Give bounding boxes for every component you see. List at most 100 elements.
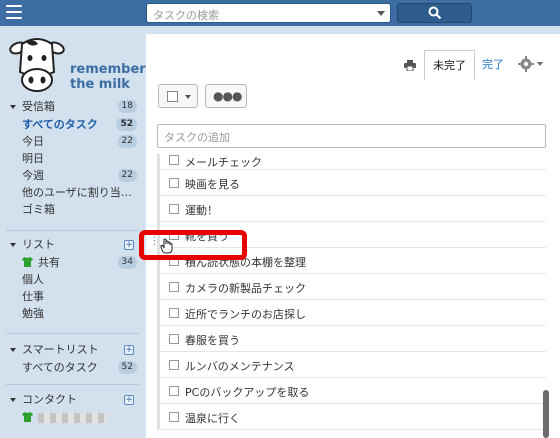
sidebar-item-study[interactable]: 勉強 <box>0 305 145 322</box>
sidebar-item-this-week[interactable]: 今週 22 <box>0 167 145 184</box>
divider <box>6 333 139 334</box>
count-badge: 52 <box>117 361 137 374</box>
task-label: カメラの新製品チェック <box>185 282 306 295</box>
sidebar-item-label: ゴミ箱 <box>22 203 55 216</box>
task-checkbox[interactable] <box>169 412 179 422</box>
sidebar-item-today[interactable]: 今日 22 <box>0 133 145 150</box>
task-row[interactable]: 春服を買う <box>157 326 546 352</box>
smartlists-title: スマートリスト <box>22 343 99 356</box>
task-checkbox[interactable] <box>169 308 179 318</box>
lists-header[interactable]: リスト + <box>0 236 145 254</box>
sidebar-item-shared[interactable]: 共有 34 <box>0 254 145 271</box>
top-bar: タスクの検索 <box>0 0 560 26</box>
task-list: メールチェック 映画を見る 運動！ 靴を買う 積ん読状態の本棚を整理 カメラの新… <box>157 154 546 430</box>
logo-line1: remember <box>70 62 146 77</box>
count-badge: 52 <box>116 118 137 131</box>
sidebar-item-work[interactable]: 仕事 <box>0 288 145 305</box>
add-task-placeholder: タスクの追加 <box>164 131 230 144</box>
sidebar: remember the milk 受信箱 18 すべてのタスク 52 今日 2… <box>0 26 146 438</box>
logo-line2: the milk <box>70 77 130 92</box>
task-label: 温泉に行く <box>185 412 240 425</box>
search-button[interactable] <box>397 3 472 23</box>
contact-shirt-icon <box>22 412 33 422</box>
contacts-header[interactable]: コンタクト + <box>0 391 145 409</box>
add-task-input[interactable]: タスクの追加 <box>157 124 546 148</box>
sidebar-item-label: 共有 <box>38 256 60 269</box>
task-checkbox[interactable] <box>169 386 179 396</box>
task-label: 映画を見る <box>185 178 240 191</box>
lists-title: リスト <box>22 238 55 251</box>
sidebar-item-label: すべてのタスク <box>22 361 98 374</box>
sidebar-item-label: すべてのタスク <box>22 118 98 131</box>
task-label: 運動！ <box>185 204 218 217</box>
gear-icon[interactable] <box>518 56 546 72</box>
scrollbar[interactable] <box>543 390 549 438</box>
smartlists-header[interactable]: スマートリスト + <box>0 341 145 359</box>
task-row[interactable]: 運動！ <box>157 196 546 222</box>
count-badge: 22 <box>117 135 137 148</box>
sidebar-item-label: 勉強 <box>22 307 44 320</box>
add-contact-icon[interactable]: + <box>124 395 134 405</box>
add-list-icon[interactable]: + <box>124 240 134 250</box>
sidebar-item-smart-all-tasks[interactable]: すべてのタスク 52 <box>0 359 145 376</box>
divider <box>6 384 139 385</box>
hand-cursor-icon <box>160 238 173 254</box>
chevron-down-icon <box>185 95 191 99</box>
count-badge: 34 <box>117 256 137 269</box>
chevron-down-icon[interactable] <box>377 11 385 16</box>
task-label: PCのバックアップを取る <box>185 386 310 399</box>
task-row[interactable]: 近所でランチのお店探し <box>157 300 546 326</box>
sidebar-item-trash[interactable]: ゴミ箱 <box>0 201 145 218</box>
sidebar-item-label: 個人 <box>22 273 44 286</box>
print-icon[interactable] <box>404 60 416 71</box>
task-row[interactable]: PCのバックアップを取る <box>157 378 546 404</box>
task-checkbox[interactable] <box>169 334 179 344</box>
tab-incomplete[interactable]: 未完了 <box>424 50 475 80</box>
sidebar-item-personal[interactable]: 個人 <box>0 271 145 288</box>
inbox-count-badge: 18 <box>117 100 137 113</box>
menu-icon[interactable] <box>6 5 22 19</box>
smartlists-section: スマートリスト + すべてのタスク 52 <box>0 341 145 376</box>
sidebar-item-label: 明日 <box>22 152 44 165</box>
contacts-title: コンタクト <box>22 393 77 406</box>
task-row[interactable]: メールチェック <box>157 154 546 170</box>
task-checkbox[interactable] <box>169 360 179 370</box>
app-logo[interactable]: remember the milk <box>6 34 146 96</box>
task-label: 春服を買う <box>185 334 240 347</box>
sidebar-item-contact[interactable] <box>0 409 145 426</box>
task-row[interactable]: カメラの新製品チェック <box>157 274 546 300</box>
task-checkbox[interactable] <box>169 155 179 165</box>
cow-logo-icon <box>9 38 65 92</box>
lists-section: リスト + 共有 34 個人 仕事 勉強 <box>0 236 145 322</box>
chevron-down-icon <box>234 95 240 99</box>
sidebar-item-tomorrow[interactable]: 明日 <box>0 150 145 167</box>
drag-handle-icon[interactable]: ⋮ <box>149 235 160 246</box>
task-checkbox[interactable] <box>169 204 179 214</box>
inbox-section: 受信箱 18 すべてのタスク 52 今日 22 明日 今週 22 他のユーザに割… <box>0 98 145 218</box>
task-row[interactable]: 温泉に行く <box>157 404 546 430</box>
sidebar-item-label: 今週 <box>22 169 44 182</box>
search-placeholder: タスクの検索 <box>153 9 219 22</box>
search-input[interactable]: タスクの検索 <box>146 3 391 23</box>
add-smartlist-icon[interactable]: + <box>124 345 134 355</box>
divider <box>6 230 139 231</box>
task-row[interactable]: ルンバのメンテナンス <box>157 352 546 378</box>
search-icon <box>428 6 442 20</box>
inbox-header[interactable]: 受信箱 18 <box>0 98 145 116</box>
task-label: ルンバのメンテナンス <box>185 360 295 373</box>
shared-shirt-icon <box>22 257 33 267</box>
task-checkbox[interactable] <box>169 282 179 292</box>
inbox-title: 受信箱 <box>22 100 55 113</box>
sidebar-item-label: 仕事 <box>22 290 44 303</box>
task-checkbox[interactable] <box>169 178 179 188</box>
more-actions-button[interactable]: ●●● <box>205 84 247 108</box>
sidebar-item-label: 今日 <box>22 135 44 148</box>
select-tasks-button[interactable] <box>158 84 198 108</box>
count-badge: 22 <box>117 169 137 182</box>
contacts-section: コンタクト + <box>0 391 145 426</box>
tab-complete[interactable]: 完了 <box>474 50 512 80</box>
sidebar-item-assigned[interactable]: 他のユーザに割り当… <box>0 184 145 201</box>
sidebar-item-all-tasks[interactable]: すべてのタスク 52 <box>0 116 145 133</box>
task-row[interactable]: 映画を見る <box>157 170 546 196</box>
sidebar-item-label: 他のユーザに割り当… <box>22 186 132 199</box>
